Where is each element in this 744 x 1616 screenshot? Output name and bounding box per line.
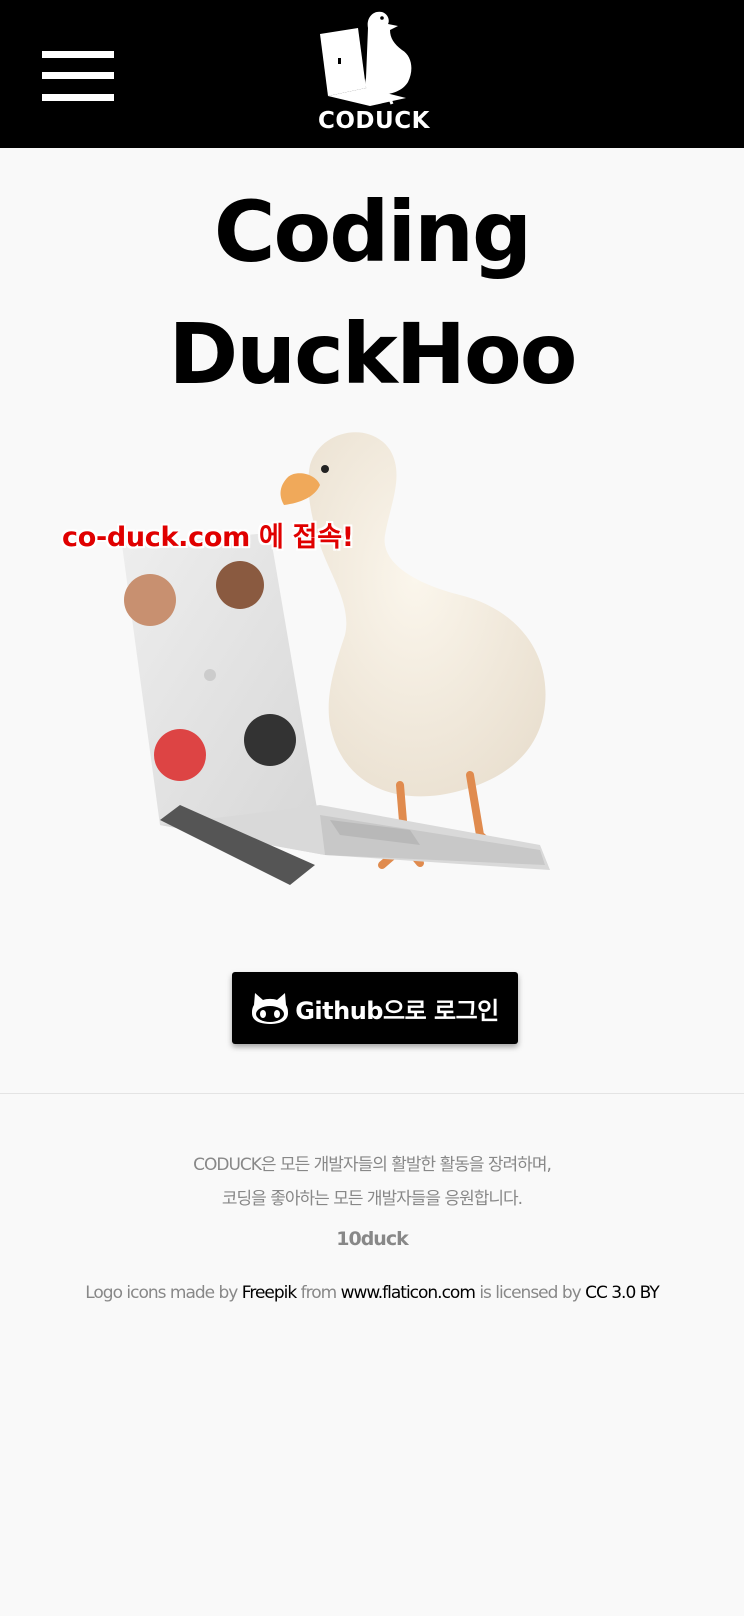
footer-text-line2: 코딩을 좋아하는 모든 개발자들을 응원합니다.	[221, 1189, 523, 1209]
duck-laptop-logo-icon	[320, 11, 412, 106]
promo-text: co-duck.com 에 접속!	[62, 522, 354, 553]
page-title-line1: Coding	[213, 183, 532, 281]
credit-from: from	[300, 1283, 338, 1303]
freepik-link[interactable]: Freepik	[242, 1283, 297, 1303]
footer-text-line1: CODUCK은 모든 개발자들의 활발한 활동을 장려하며,	[193, 1155, 552, 1175]
flaticon-link[interactable]: www.flaticon.com	[341, 1283, 476, 1303]
logo-text: CODUCK	[318, 108, 430, 134]
footer-credits: Logo icons made by Freepik from www.flat…	[0, 1283, 744, 1303]
github-login-label: Github으로 로그인	[295, 996, 499, 1025]
footer-team-name: 10duck	[336, 1228, 408, 1250]
credit-prefix: Logo icons made by	[85, 1283, 238, 1303]
duck-with-laptop-illustration	[120, 425, 620, 915]
page-title-line2: DuckHoo	[168, 305, 578, 403]
license-link[interactable]: CC 3.0 BY	[585, 1283, 660, 1303]
credit-licensed: is licensed by	[479, 1283, 581, 1303]
github-octocat-icon	[252, 993, 289, 1024]
top-bar: CODUCK	[0, 0, 744, 148]
coduck-logo[interactable]: CODUCK	[318, 8, 430, 138]
github-login-button[interactable]: Github으로 로그인	[232, 972, 518, 1044]
footer-divider	[0, 1093, 744, 1094]
hamburger-menu-icon[interactable]	[42, 51, 114, 101]
